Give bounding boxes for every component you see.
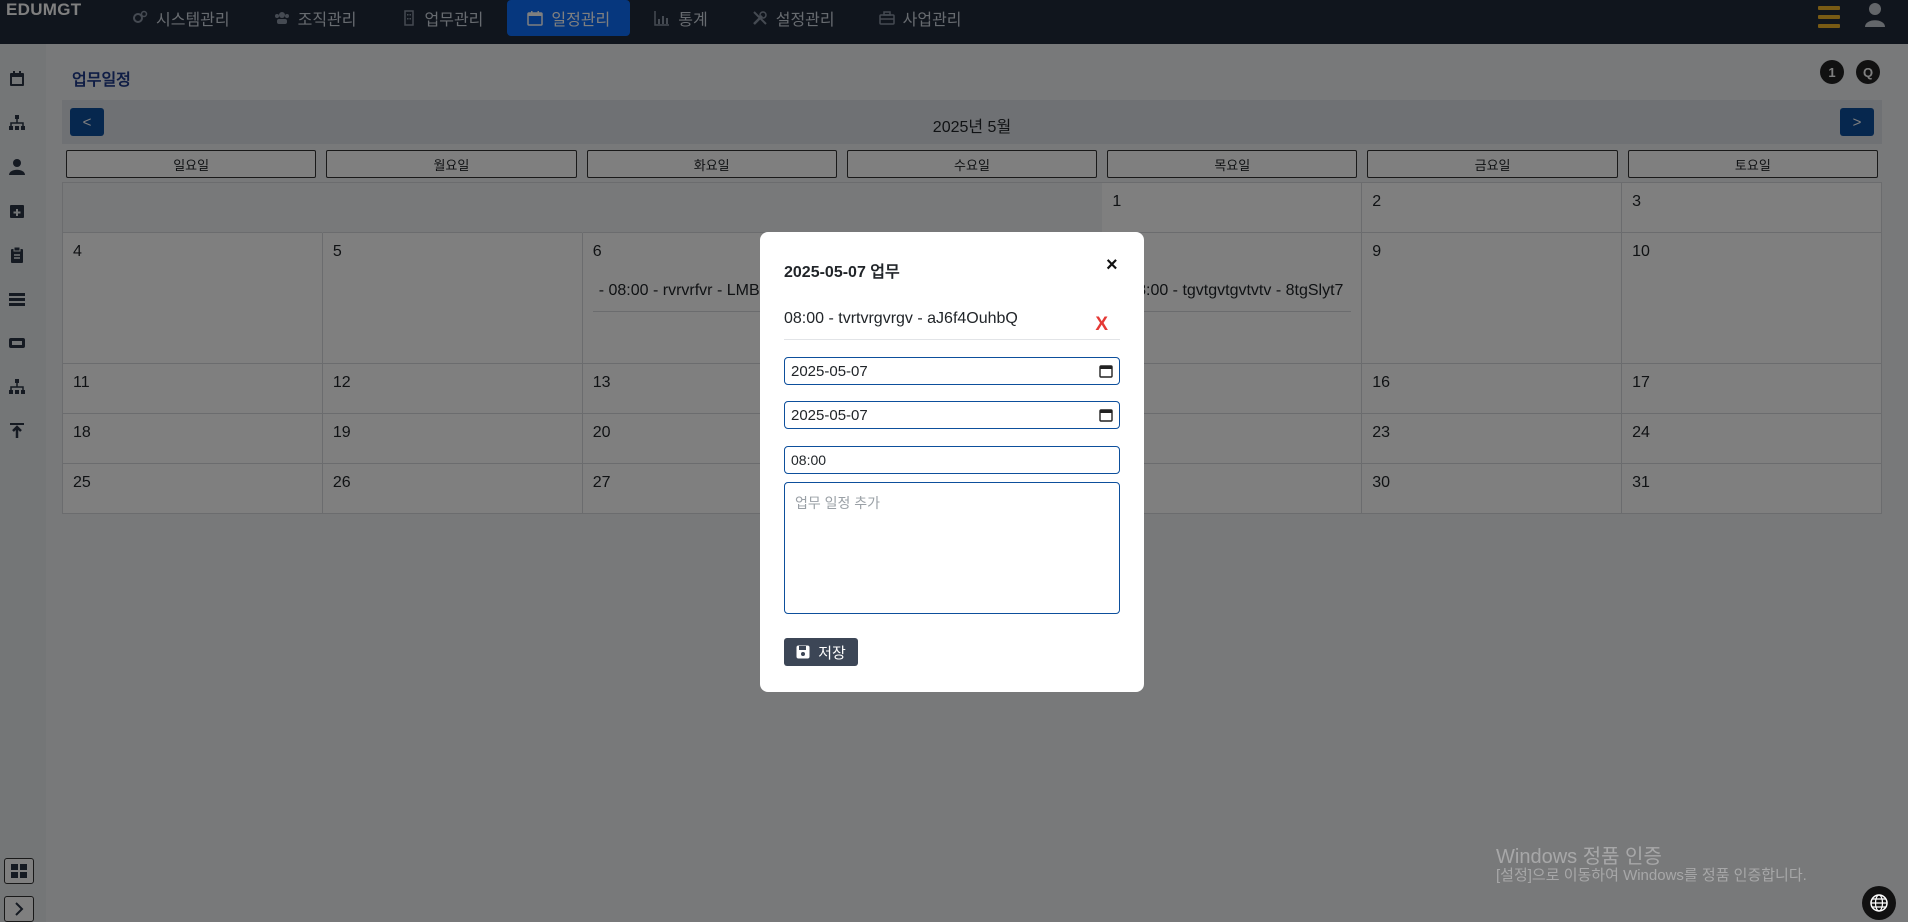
schedule-textarea[interactable]: 업무 일정 추가 [784,482,1120,614]
calendar-icon[interactable] [1099,364,1113,378]
time-input[interactable]: 08:00 [784,446,1120,474]
end-date-input[interactable]: 2025-05-07 [784,401,1120,429]
save-icon [796,645,810,659]
textarea-placeholder: 업무 일정 추가 [795,495,881,511]
save-button[interactable]: 저장 [784,638,858,666]
calendar-icon[interactable] [1099,408,1113,422]
time-value: 08:00 [791,452,827,468]
schedule-entry: 08:00 - tvrtvrgvrgv - aJ6f4OuhbQ X [784,310,1120,340]
end-date-value: 2025-05-07 [791,406,868,424]
globe-icon [1870,894,1888,912]
modal-title: 2025-05-07 업무 [784,264,900,281]
start-date-input[interactable]: 2025-05-07 [784,357,1120,385]
delete-entry-button[interactable]: X [1095,314,1108,336]
language-button[interactable] [1862,886,1896,920]
schedule-entry-text[interactable]: 08:00 - tvrtvrgvrgv - aJ6f4OuhbQ [784,310,1018,327]
save-button-label: 저장 [818,644,846,662]
close-icon[interactable]: × [1106,254,1124,276]
start-date-value: 2025-05-07 [791,362,868,380]
windows-activation-text: [설정]으로 이동하여 Windows를 정품 인증합니다. [1496,867,1807,884]
schedule-modal: 2025-05-07 업무 × 08:00 - tvrtvrgvrgv - aJ… [760,232,1144,692]
